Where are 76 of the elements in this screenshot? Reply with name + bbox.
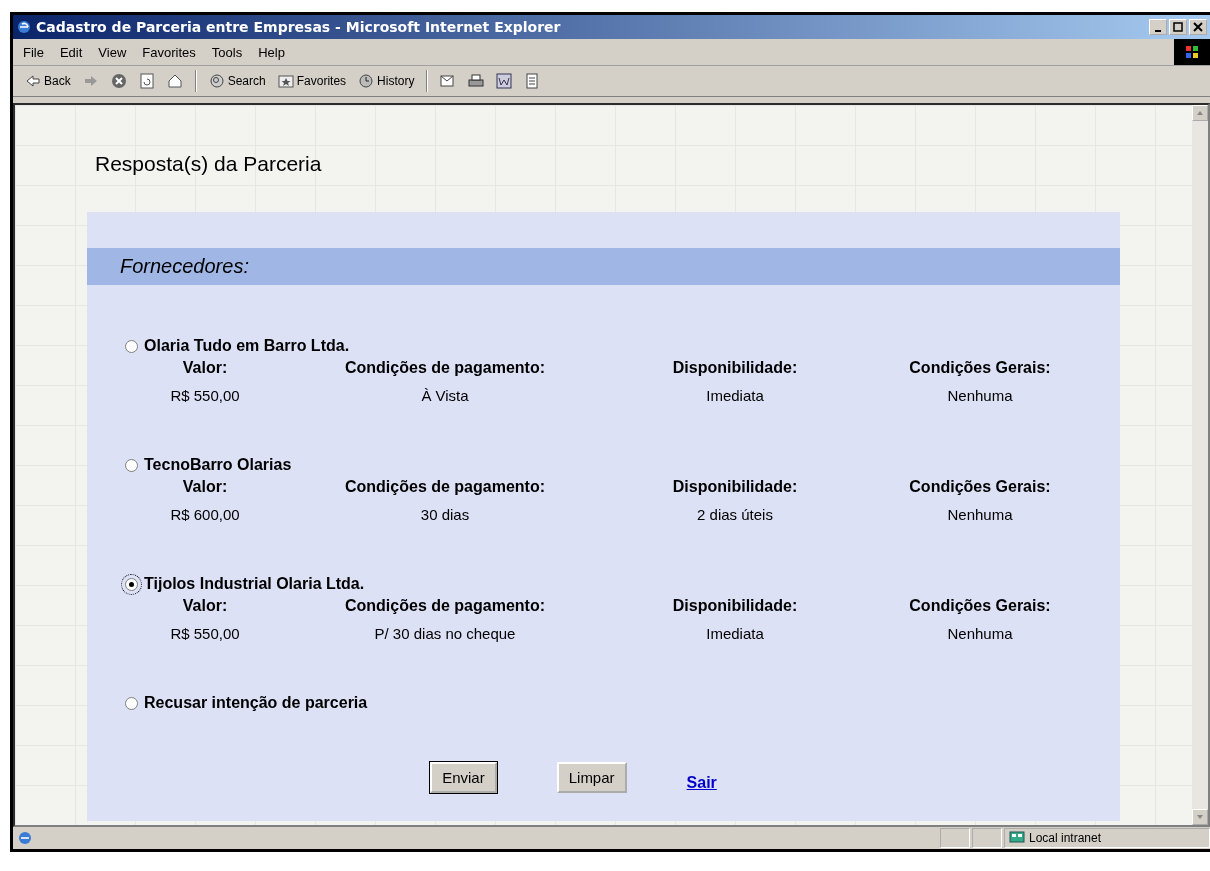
document-icon [524,73,541,89]
field-label: Disponibilidade: [672,359,798,377]
field-value: Nenhuma [947,506,1013,523]
history-button[interactable]: History [354,71,419,91]
favorites-button[interactable]: Favorites [273,71,351,91]
field-label: Condições de pagamento: [345,597,545,615]
printer-icon [468,73,485,89]
radio-button[interactable] [125,339,138,353]
status-pane [972,828,1002,848]
field-value: R$ 550,00 [170,387,240,404]
maximize-icon [1173,22,1183,32]
windows-logo-icon [1184,44,1200,60]
field-value: R$ 550,00 [170,625,240,642]
status-pane [940,828,970,848]
refresh-icon [138,73,155,89]
field-label: Disponibilidade: [672,478,798,496]
field-value: R$ 600,00 [170,506,240,523]
field-label: Valor: [182,597,228,615]
field-value: À Vista [421,387,469,404]
close-icon [1193,22,1203,32]
field-label: Condições de pagamento: [345,478,545,496]
menu-item[interactable]: Favorites [142,44,196,60]
zone-label: Local intranet [1029,831,1102,845]
scrollbar[interactable] [1192,105,1208,825]
option-label[interactable]: TecnoBarro Olarias [144,456,292,474]
back-button[interactable]: Back [21,71,75,91]
word-document-icon [496,73,513,89]
field-value: 2 dias úteis [697,506,773,523]
page-icon [17,830,33,846]
menu-item[interactable]: Edit [59,44,83,60]
field-label: Condições Gerais: [909,597,1051,615]
close-button[interactable] [1189,19,1207,35]
field-label: Disponibilidade: [672,597,798,615]
scroll-down-icon[interactable] [1196,813,1204,821]
mail-icon [440,73,457,89]
radio-button[interactable] [125,458,138,472]
stop-icon [110,73,127,89]
back-arrow-icon [25,73,41,89]
page-heading: Resposta(s) da Parceria [95,152,323,176]
search-button[interactable]: Search [204,71,270,91]
menu-item[interactable]: Tools [211,44,243,60]
field-label: Condições Gerais: [909,359,1051,377]
field-label: Valor: [182,478,228,496]
radio-button[interactable] [125,577,138,591]
field-value: P/ 30 dias no cheque [374,625,516,642]
menu-item[interactable]: Help [258,44,285,60]
menu-item[interactable]: File [23,44,44,60]
field-label: Condições de pagamento: [345,359,545,377]
home-icon [166,73,183,89]
clock-icon [358,73,375,89]
menu-item[interactable]: View [98,44,127,60]
option-label[interactable]: Olaria Tudo em Barro Ltda. [144,337,350,355]
forward-arrow-icon [82,73,99,89]
window-title: Cadastro de Parceria entre Empresas - Microsoft Internet Explorer [36,19,562,35]
radio-button[interactable] [125,696,138,710]
field-value: Nenhuma [947,387,1013,404]
field-value: Nenhuma [947,625,1013,642]
form-button[interactable]: Limpar [556,762,627,793]
option-label[interactable]: Recusar intenção de parceria [144,694,368,712]
minimize-icon [1155,29,1161,32]
field-label: Valor: [182,359,228,377]
network-icon [1009,830,1025,846]
exit-link[interactable]: Sair [686,773,717,792]
maximize-button[interactable] [1169,19,1187,35]
field-value: 30 dias [420,506,470,523]
form-button[interactable]: Enviar [430,762,497,793]
browser-icon [16,19,32,35]
scroll-up-icon[interactable] [1196,109,1204,117]
field-value: Imediata [706,625,764,642]
field-label: Condições Gerais: [909,478,1051,496]
star-folder-icon [277,73,294,89]
section-title: Fornecedores: [120,255,249,278]
minimize-button[interactable] [1149,19,1167,35]
field-value: Imediata [706,387,764,404]
search-icon [208,73,225,89]
option-label[interactable]: Tijolos Industrial Olaria Ltda. [144,575,365,593]
